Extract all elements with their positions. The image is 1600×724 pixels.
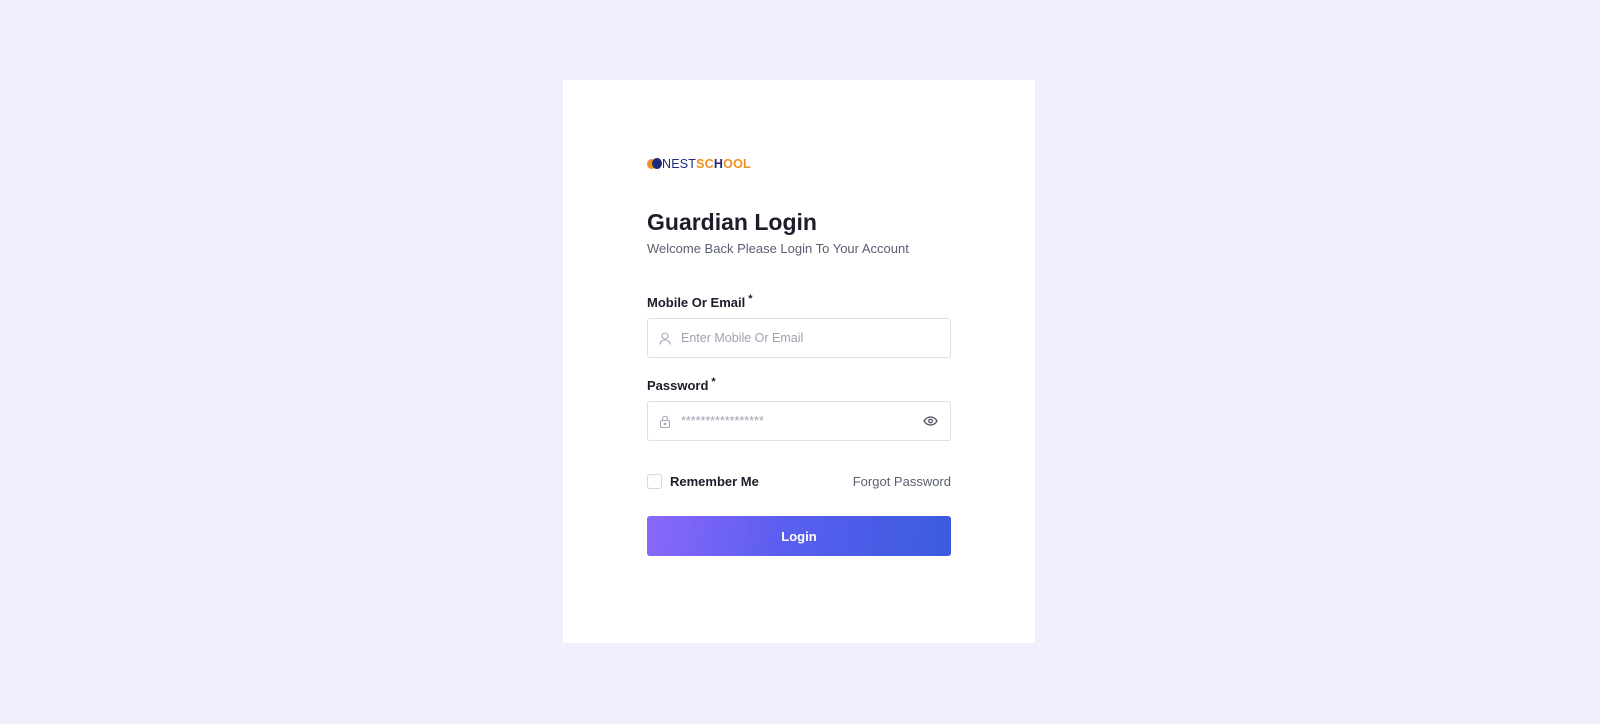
email-field-wrapper bbox=[647, 318, 951, 358]
password-field-wrapper bbox=[647, 401, 951, 441]
user-icon bbox=[658, 331, 672, 345]
forgot-password-link[interactable]: Forgot Password bbox=[853, 474, 951, 489]
required-mark: * bbox=[711, 376, 716, 388]
email-label: Mobile Or Email * bbox=[647, 293, 753, 310]
eye-icon[interactable] bbox=[922, 415, 938, 427]
password-label: Password * bbox=[647, 376, 716, 393]
logo-text-school: SCHOOL bbox=[696, 157, 751, 171]
brand-logo: NEST SCHOOL bbox=[647, 156, 951, 172]
remember-forgot-row: Remember Me Forgot Password bbox=[647, 474, 951, 489]
password-input[interactable] bbox=[681, 414, 922, 428]
login-form: NEST SCHOOL Guardian Login Welcome Back … bbox=[647, 156, 951, 556]
required-mark: * bbox=[748, 293, 753, 305]
logo-mark-icon bbox=[647, 158, 662, 170]
page-title: Guardian Login bbox=[647, 209, 817, 235]
logo-text-nest: NEST bbox=[662, 157, 697, 171]
remember-checkbox[interactable] bbox=[647, 474, 662, 489]
remember-label: Remember Me bbox=[670, 474, 759, 489]
login-button[interactable]: Login bbox=[647, 516, 951, 556]
lock-icon bbox=[658, 414, 672, 428]
email-input[interactable] bbox=[681, 331, 950, 345]
remember-me[interactable]: Remember Me bbox=[647, 474, 759, 489]
login-card: NEST SCHOOL Guardian Login Welcome Back … bbox=[563, 80, 1035, 643]
page-subtitle: Welcome Back Please Login To Your Accoun… bbox=[647, 241, 909, 256]
